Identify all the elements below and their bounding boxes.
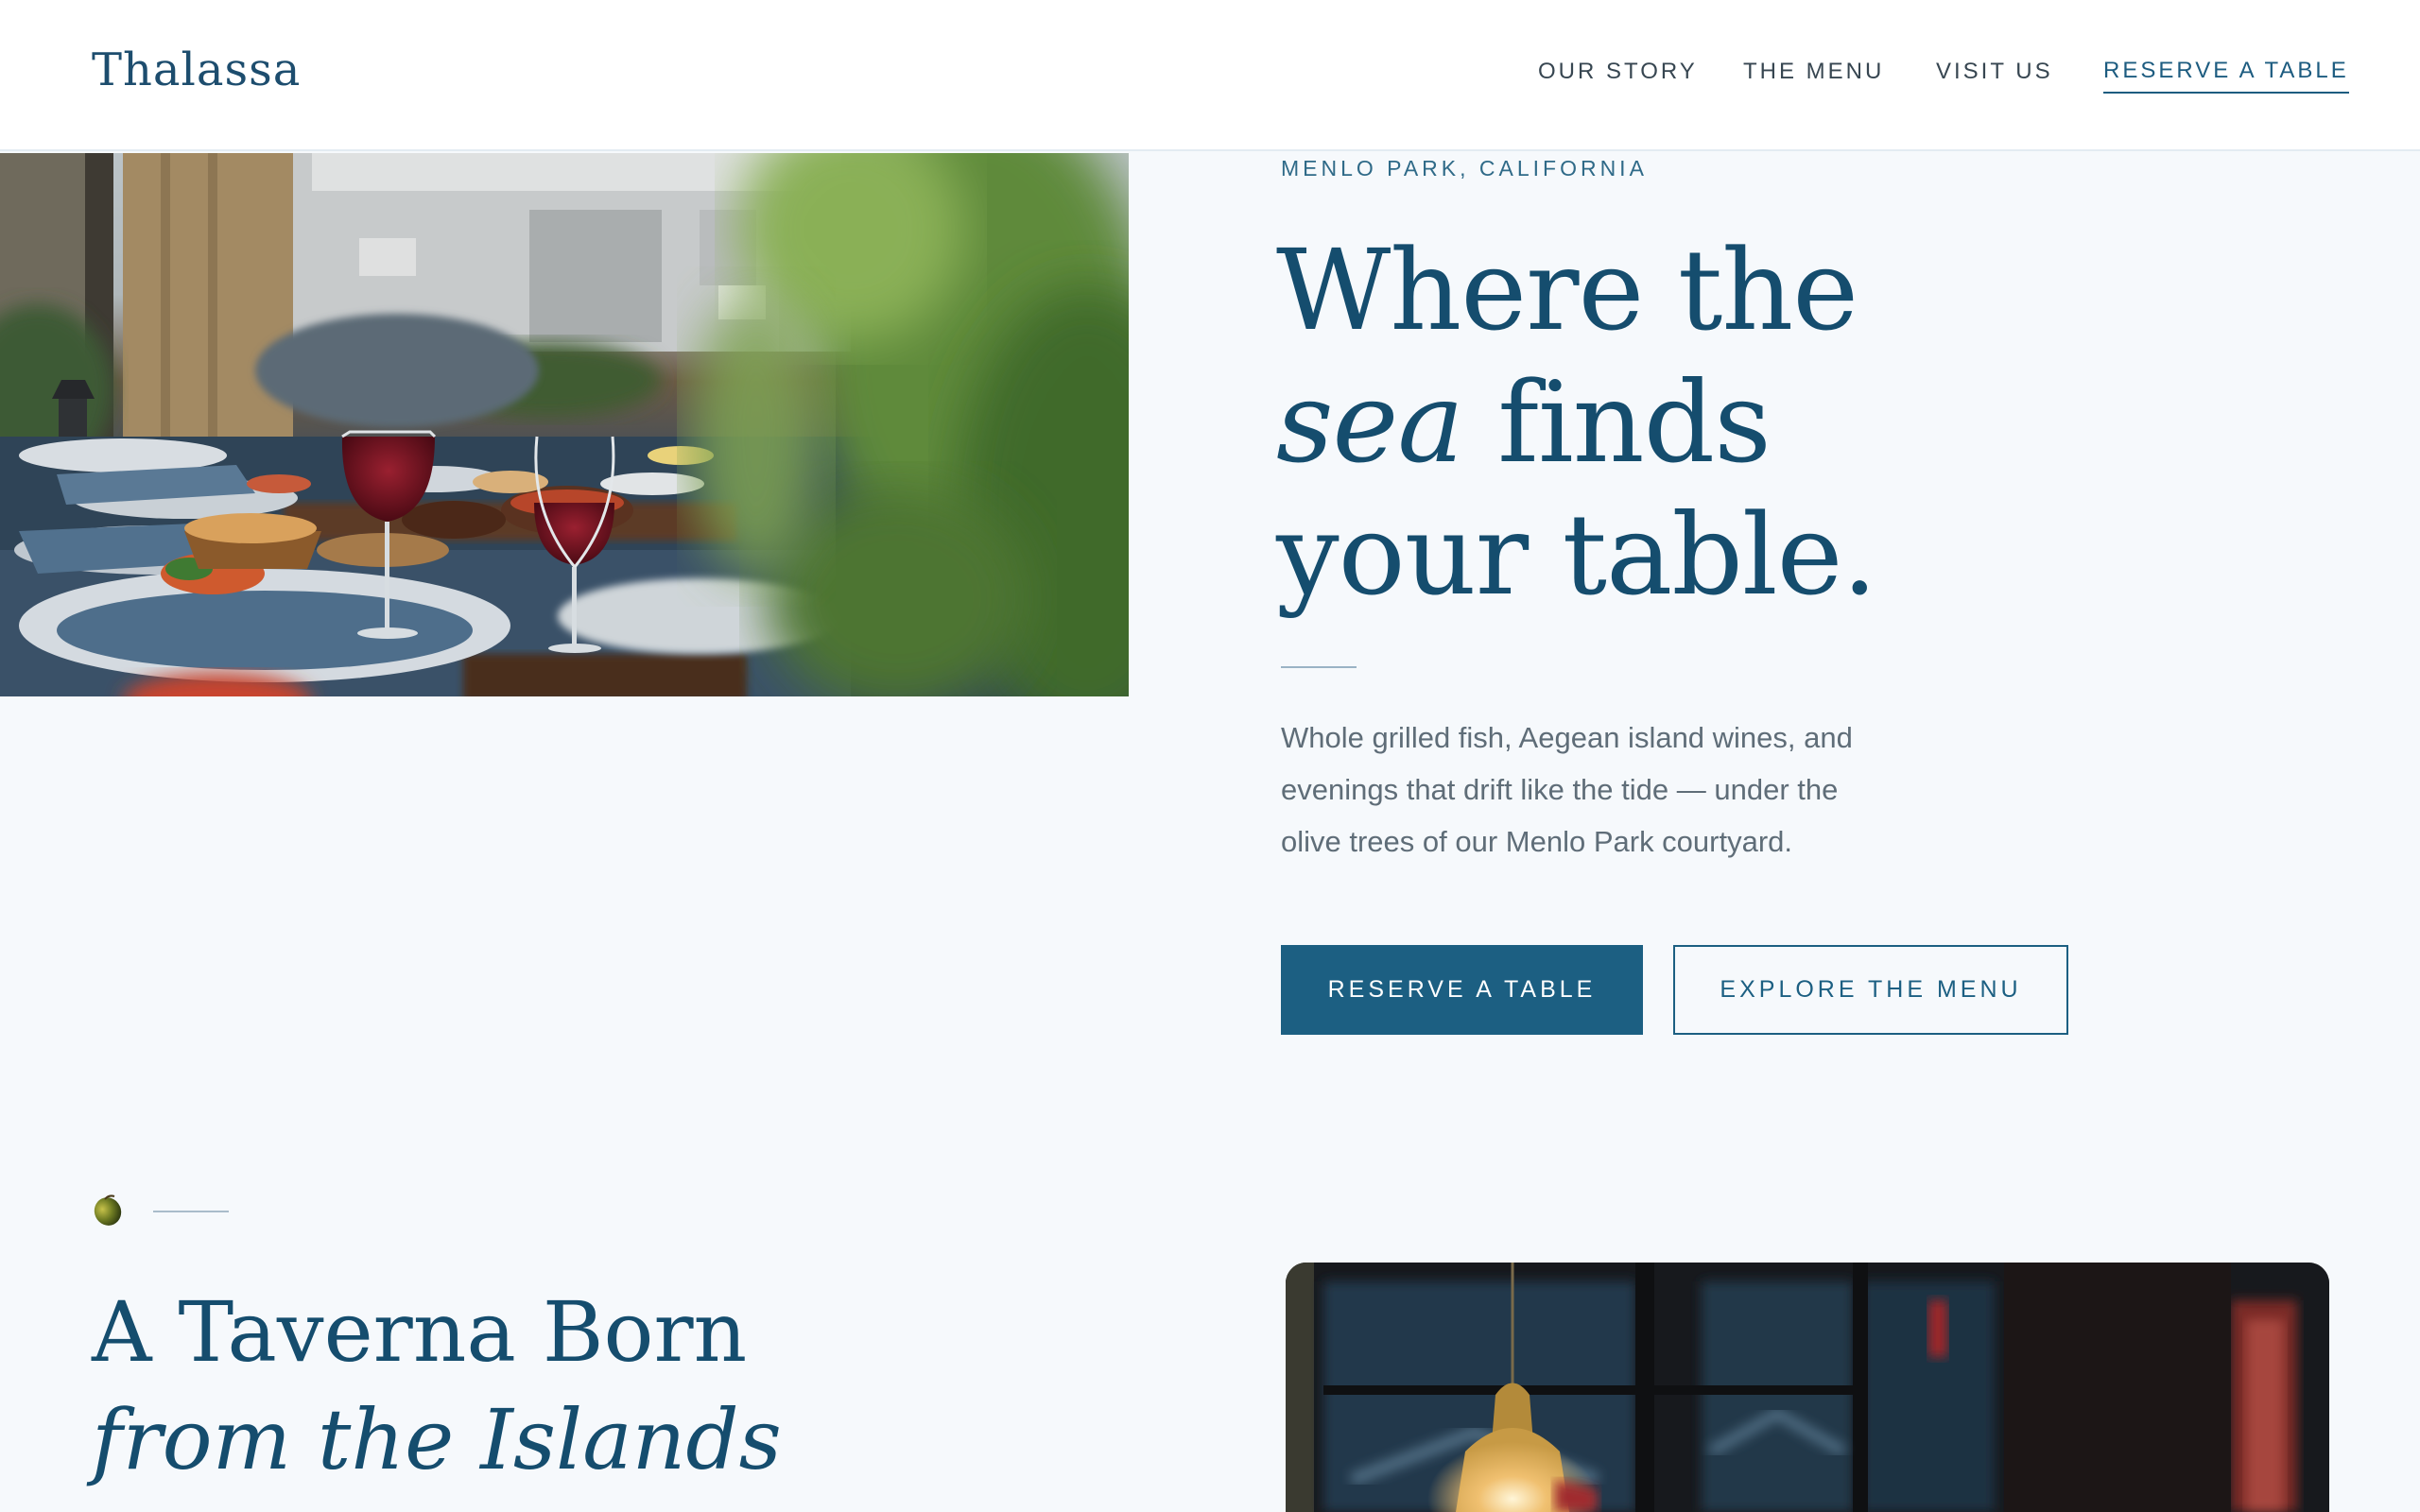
hero-location-eyebrow: MENLO PARK, CALIFORNIA [1281,156,1648,180]
hero-description-line-2: evenings that drift like the tide — unde… [1281,773,1839,806]
hero-headline-line-3: your table. [1276,490,1877,620]
hero-headline-line-2-rest: finds [1497,357,1772,488]
dining-table-photo [0,153,1129,696]
hero-headline-line-1: Where the [1276,225,1858,355]
nav-the-menu[interactable]: THE MENU [1743,59,1884,85]
reserve-table-button[interactable]: RESERVE A TABLE [1281,945,1643,1035]
story-heading-line-1: A Taverna Born [92,1283,748,1381]
nav-reserve-table[interactable]: RESERVE A TABLE [2103,58,2349,94]
olive-icon [94,1194,122,1226]
section-divider [153,1211,229,1212]
nav-visit-us[interactable]: VISIT US [1936,59,2053,85]
explore-menu-button[interactable]: EXPLORE THE MENU [1673,945,2068,1035]
hero-description-line-1: Whole grilled fish, Aegean island wines,… [1281,721,1853,754]
taverna-interior-photo [1286,1263,2329,1512]
site-header: Thalassa OUR STORY THE MENU VISIT US RES… [0,0,2420,151]
story-heading-line-2: from the Islands [92,1391,782,1488]
hero-headline-emphasis: sea [1276,357,1464,488]
hero-description-line-3: olive trees of our Menlo Park courtyard. [1281,825,1793,858]
story-interior-photo [1286,1263,2329,1512]
nav-our-story[interactable]: OUR STORY [1538,59,1698,85]
brand-logo[interactable]: Thalassa [92,43,301,96]
hero-dining-photo [0,153,1129,696]
hero-headline-line-2: sea finds [1276,357,1772,488]
hero-divider [1281,666,1357,668]
